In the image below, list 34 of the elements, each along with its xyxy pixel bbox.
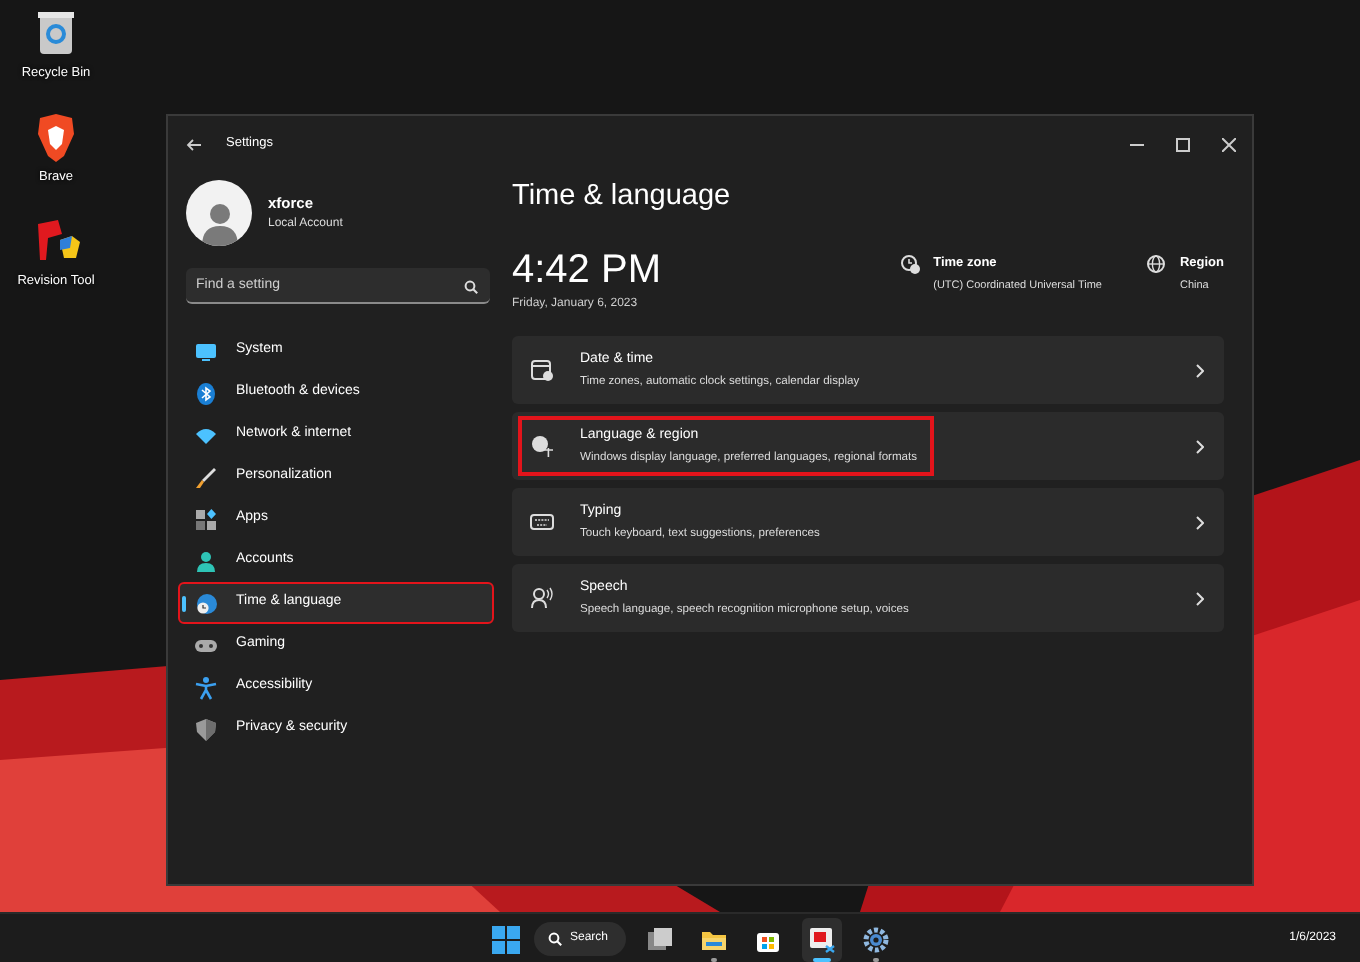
avatar: [186, 180, 252, 246]
start-button[interactable]: [492, 925, 520, 953]
maximize-icon: [1176, 137, 1190, 151]
close-icon: [1222, 137, 1236, 151]
scissors-screen-taskbar-button[interactable]: [802, 917, 843, 961]
apps-grid-icon: [194, 507, 218, 531]
bluetooth-icon: [194, 381, 218, 405]
settings-icon: [862, 925, 891, 953]
back-arrow-icon[interactable]: [186, 137, 202, 151]
task-view-icon: [646, 925, 675, 953]
search-icon: [464, 279, 478, 293]
clock-globe-icon: [194, 591, 218, 615]
search-icon: [548, 932, 562, 946]
wifi-icon: [194, 423, 218, 447]
keyboard-icon: [530, 510, 554, 535]
monitor-icon: [194, 339, 218, 363]
chevron-right-icon: [1196, 515, 1204, 530]
scissors-screen-icon: [808, 925, 837, 953]
chevron-right-icon: [1196, 591, 1204, 606]
speaking-person-icon: [530, 586, 554, 611]
globe-icon: [1145, 254, 1166, 275]
chevron-right-icon: [1196, 439, 1204, 454]
shield-icon: [194, 717, 218, 741]
calendar-icon: [530, 358, 554, 383]
clock-globe-icon: [899, 254, 920, 275]
page-title: Time & language: [512, 180, 733, 215]
paintbrush-icon: [194, 465, 218, 489]
person-icon: [194, 549, 218, 573]
chevron-right-icon: [1196, 363, 1204, 378]
selection-indicator: [182, 596, 186, 612]
accessibility-person-icon: [194, 675, 218, 699]
clock-time: 4:42 PM: [512, 250, 661, 291]
language-globe-icon: [530, 434, 554, 459]
minimize-icon: [1130, 143, 1144, 145]
